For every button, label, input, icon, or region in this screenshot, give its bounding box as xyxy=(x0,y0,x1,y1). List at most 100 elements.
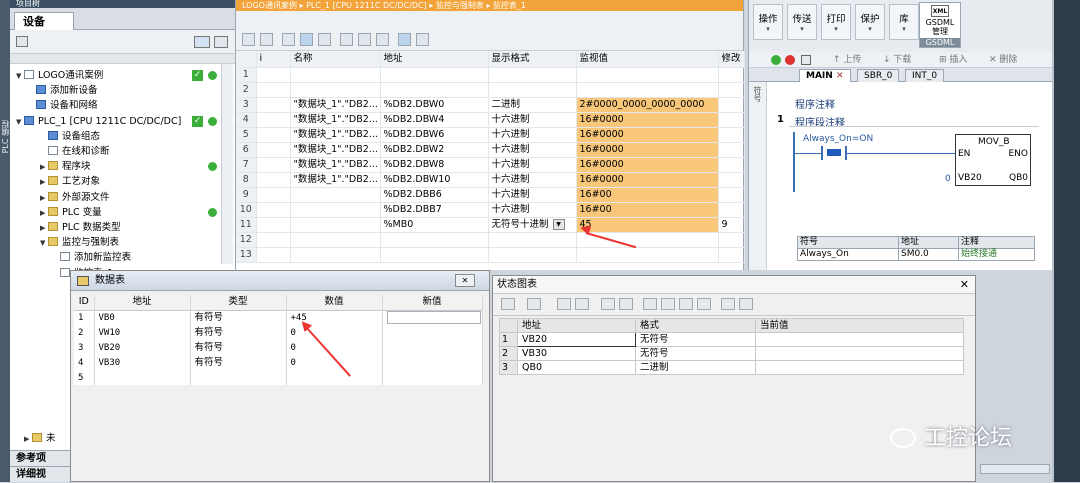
expand-arrow-icon[interactable]: ▶ xyxy=(40,221,48,236)
cell-addr[interactable]: %MB0 xyxy=(380,217,489,233)
dropdown-icon[interactable] xyxy=(739,298,753,310)
cell-val[interactable] xyxy=(755,360,964,375)
cell-addr[interactable]: %DB2.DBB6 xyxy=(380,187,489,203)
cell-new-value[interactable] xyxy=(382,325,483,340)
cell-fmt[interactable]: 十六进制 xyxy=(488,157,577,173)
symbol-cell[interactable]: Always_On xyxy=(797,248,899,261)
cell-name[interactable]: "数据块_1"."DB2... xyxy=(290,142,381,158)
expand-arrow-icon[interactable]: ▼ xyxy=(40,236,48,251)
tree-item[interactable]: 添加新设备 xyxy=(28,83,98,98)
table-row[interactable]: 3 "数据块_1"."DB2... %DB2.DBW0 二进制 2#0000_0000_… xyxy=(236,97,745,113)
cell-addr[interactable]: %DB2.DBW2 xyxy=(380,142,489,158)
add-row-icon[interactable] xyxy=(260,33,273,46)
cell-mod[interactable] xyxy=(718,127,745,143)
cell-mod[interactable] xyxy=(718,142,745,158)
cell-val[interactable]: 16#0000 xyxy=(576,172,719,188)
stop-monitor-icon[interactable] xyxy=(575,298,589,310)
download-button[interactable]: ↓ 下载 xyxy=(883,52,911,67)
table-row[interactable]: 2 VB30 无符号 xyxy=(499,346,964,361)
tree-item[interactable]: ▼ 监控与强制表 xyxy=(40,235,119,250)
cell-val[interactable] xyxy=(755,346,964,361)
insert-button[interactable]: ⊞ 插入 xyxy=(939,52,967,67)
cell-addr[interactable]: %DB2.DBW10 xyxy=(380,172,489,188)
cell-addr[interactable]: VB20 xyxy=(517,332,636,347)
monitor-all-icon[interactable] xyxy=(300,33,313,46)
cell-fmt[interactable]: 十六进制 xyxy=(488,202,577,218)
cell-val[interactable] xyxy=(576,247,719,263)
cell-new-value[interactable] xyxy=(382,310,483,325)
lock-icon[interactable] xyxy=(643,298,657,310)
cell-addr[interactable]: %DB2.DBW8 xyxy=(380,157,489,173)
modify-value-icon[interactable] xyxy=(282,33,295,46)
cell-icon[interactable] xyxy=(256,112,291,128)
table-view-icon[interactable] xyxy=(194,36,210,48)
cell-val[interactable]: 16#0000 xyxy=(576,112,719,128)
cell-val[interactable]: 45 xyxy=(576,217,719,233)
cell-icon[interactable] xyxy=(256,97,291,113)
cell-mod[interactable] xyxy=(718,67,745,83)
cell-name[interactable] xyxy=(290,67,381,83)
tree-item[interactable]: ▶ 工艺对象 xyxy=(40,174,100,189)
cell-name[interactable] xyxy=(290,82,381,98)
table-row[interactable]: 8 "数据块_1"."DB2... %DB2.DBW10 十六进制 16#0000 xyxy=(236,172,745,188)
cell-mod[interactable] xyxy=(718,97,745,113)
cell-addr[interactable] xyxy=(380,247,489,263)
cell-mod[interactable] xyxy=(718,232,745,248)
stop-icon[interactable] xyxy=(785,55,795,65)
cell-name[interactable] xyxy=(290,187,381,203)
graph-icon[interactable] xyxy=(601,298,615,310)
cell-icon[interactable] xyxy=(256,127,291,143)
table-row[interactable]: 3 VB20 有符号 0 xyxy=(74,340,483,355)
cell-fmt[interactable] xyxy=(488,82,577,98)
cell-val[interactable] xyxy=(576,67,719,83)
cell-icon[interactable] xyxy=(256,217,291,233)
cell-addr[interactable]: %DB2.DBW4 xyxy=(380,112,489,128)
cell-val[interactable] xyxy=(755,332,964,347)
table-row[interactable]: 2 VW10 有符号 0 xyxy=(74,325,483,340)
expand-arrow-icon[interactable]: ▶ xyxy=(40,175,48,190)
cell-addr[interactable]: %DB2.DBB7 xyxy=(380,202,489,218)
cell-mod[interactable] xyxy=(718,112,745,128)
table-row[interactable]: 12 xyxy=(236,232,745,248)
table-row[interactable]: 2 xyxy=(236,82,745,98)
compile-icon[interactable] xyxy=(801,55,811,65)
expand-arrow-icon[interactable]: ▶ xyxy=(40,160,48,175)
cell-addr[interactable] xyxy=(380,82,489,98)
ribbon-button[interactable]: 传送 ▾ xyxy=(787,4,817,40)
column-header[interactable]: i xyxy=(256,51,291,68)
table-row[interactable]: 6 "数据块_1"."DB2... %DB2.DBW2 十六进制 16#0000 xyxy=(236,142,745,158)
expand-arrow-icon[interactable]: ▶ xyxy=(40,191,48,206)
upload-button[interactable]: ↑ 上传 xyxy=(833,52,861,67)
cell-name[interactable] xyxy=(290,247,381,263)
cell-icon[interactable] xyxy=(256,247,291,263)
tree-item[interactable]: ▼ LOGO通讯案例 xyxy=(16,68,103,83)
table-row[interactable]: 1 xyxy=(236,67,745,83)
cell-val[interactable]: 16#0000 xyxy=(576,142,719,158)
cell-fmt[interactable]: 无符号 xyxy=(635,332,756,347)
show-columns-icon[interactable] xyxy=(398,33,411,46)
cell-addr[interactable] xyxy=(380,232,489,248)
cell-val[interactable]: 2#0000_0000_0000_0000 xyxy=(576,97,719,113)
expand-arrow-icon[interactable]: ▼ xyxy=(16,69,24,84)
tree-item-partial[interactable]: ▶ 未 xyxy=(24,431,56,446)
cell-icon[interactable] xyxy=(256,187,291,203)
tree-item[interactable]: ▶ PLC 数据类型 xyxy=(40,220,121,235)
column-header[interactable]: 修改 xyxy=(718,51,745,68)
table-row[interactable]: 4 "数据块_1"."DB2... %DB2.DBW4 十六进制 16#0000 xyxy=(236,112,745,128)
table-row[interactable]: 4 VB30 有符号 0 xyxy=(74,355,483,370)
devices-tab[interactable]: 设备 xyxy=(14,12,74,30)
delete-button[interactable]: ✕ 删除 xyxy=(989,52,1017,67)
cell-icon[interactable] xyxy=(256,232,291,248)
unforce-icon[interactable] xyxy=(358,33,371,46)
column-header[interactable]: 地址 xyxy=(380,51,489,68)
expand-arrow-icon[interactable]: ▼ xyxy=(16,115,24,130)
cell-icon[interactable] xyxy=(256,202,291,218)
cell-name[interactable]: "数据块_1"."DB2... xyxy=(290,112,381,128)
unlock-icon[interactable] xyxy=(661,298,675,310)
remove-icon[interactable] xyxy=(527,298,541,310)
tree-view-icon[interactable] xyxy=(16,36,28,47)
table-row[interactable]: 11 %MB0 无符号十进制 ▼ 45 9 xyxy=(236,217,745,233)
cell-mod[interactable] xyxy=(718,187,745,203)
tree-item[interactable]: 添加新监控表 xyxy=(52,250,131,265)
table-row[interactable]: 9 %DB2.DBB6 十六进制 16#00 xyxy=(236,187,745,203)
